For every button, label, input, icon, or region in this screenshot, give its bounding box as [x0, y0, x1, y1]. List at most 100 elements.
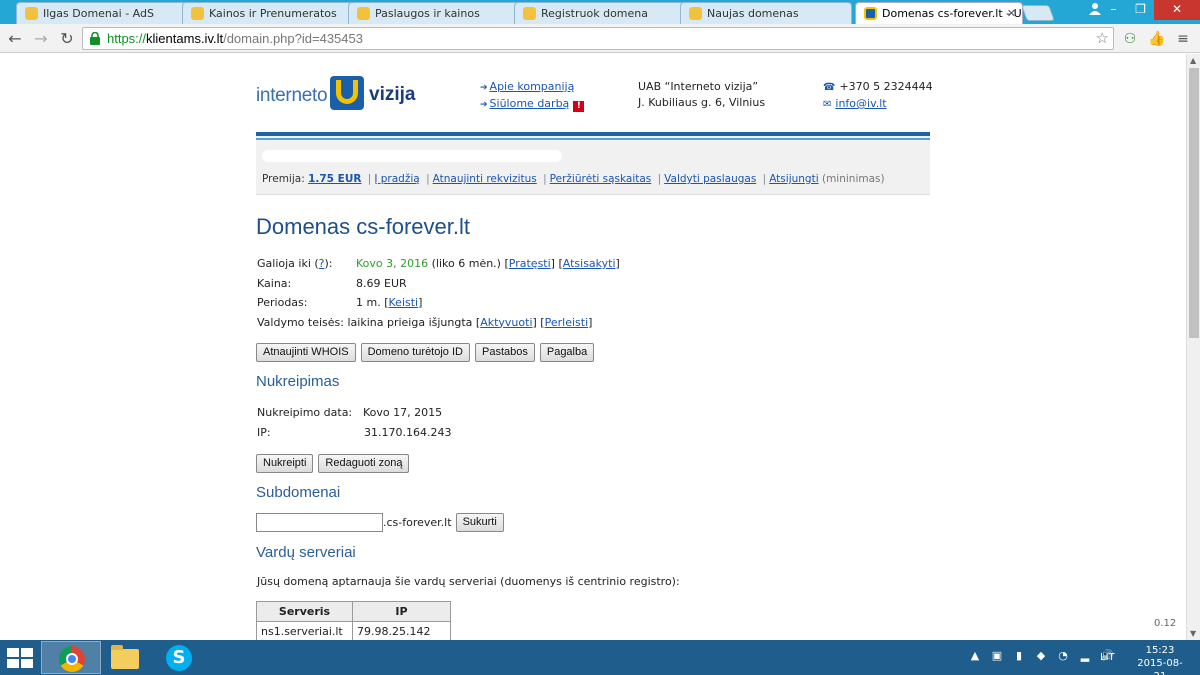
- subdomain-form: .cs-forever.lt Sukurti: [256, 513, 504, 532]
- browser-tab[interactable]: Kainos ir Prenumeratos: [182, 2, 354, 24]
- phone-icon: ☎: [823, 82, 836, 93]
- browser-tab[interactable]: Paslaugos ir kainos: [348, 2, 520, 24]
- change-period-link[interactable]: Keisti: [389, 296, 419, 309]
- browser-tab[interactable]: Naujas domenas: [680, 2, 852, 24]
- link-update-details[interactable]: Atnaujinti rekvizitus: [433, 173, 537, 185]
- premium-value-link[interactable]: 1.75 EUR: [308, 173, 361, 185]
- create-subdomain-button[interactable]: Sukurti: [455, 513, 504, 532]
- input-language[interactable]: LIT: [1100, 652, 1115, 663]
- extend-link[interactable]: Pratęsti: [509, 257, 551, 270]
- redirect-button[interactable]: Nukreipti: [256, 454, 314, 473]
- browser-tab-strip: Ilgas Domenai - AdS Kainos ir Prenumerat…: [0, 0, 1200, 24]
- link-careers[interactable]: Siūlome darbą: [490, 97, 570, 110]
- arrow-right-icon: ➔: [480, 83, 488, 93]
- nameservers-table: Serveris IP ns1.serveriai.lt 79.98.25.14…: [256, 601, 451, 640]
- link-home[interactable]: Į pradžią: [374, 173, 419, 185]
- company-address: J. Kubiliaus g. 6, Vilnius: [638, 96, 766, 109]
- tab-title: Domenas cs-forever.lt - U: [882, 7, 1022, 20]
- thumbs-up-extension-icon[interactable]: 👍: [1148, 30, 1166, 48]
- email-icon: ✉: [823, 99, 832, 110]
- tab-title: Paslaugos ir kainos: [375, 7, 480, 20]
- taskbar-chrome[interactable]: [41, 641, 101, 674]
- section-title-nameservers: Vardų serveriai: [256, 544, 356, 561]
- scroll-up-icon[interactable]: ▲: [1190, 56, 1196, 65]
- logo-text-vizija: vizija: [369, 84, 416, 105]
- browser-tab[interactable]: Ilgas Domenai - AdS: [16, 2, 188, 24]
- forward-arrow-icon[interactable]: →: [30, 28, 52, 50]
- link-logout[interactable]: Atsijungti: [769, 173, 818, 185]
- link-view-invoices[interactable]: Peržiūrėti sąskaitas: [550, 173, 652, 185]
- browser-tab[interactable]: Registruok domena: [514, 2, 686, 24]
- tray-up-arrow-icon[interactable]: ▲: [968, 649, 982, 663]
- taskbar-skype[interactable]: S: [149, 641, 209, 674]
- link-manage-services[interactable]: Valdyti paslaugas: [664, 173, 756, 185]
- domain-info: Galioja iki (?): Kovo 3, 2016 (liko 6 mė…: [257, 254, 620, 332]
- link-about-company[interactable]: Apie kompaniją: [490, 80, 575, 93]
- logout-note: (mininimas): [821, 173, 885, 185]
- scroll-down-icon[interactable]: ▼: [1190, 629, 1196, 638]
- tray-signal-icon[interactable]: ▂: [1078, 649, 1092, 663]
- tab-favicon-icon: [357, 7, 370, 20]
- tray-window-icon[interactable]: ▣: [990, 649, 1004, 663]
- bookmark-star-icon[interactable]: ☆: [1096, 29, 1109, 47]
- column-header: IP: [352, 601, 451, 622]
- tab-favicon-icon: [864, 7, 877, 20]
- tab-title: Registruok domena: [541, 7, 648, 20]
- page-scrollbar[interactable]: ▲ ▼: [1186, 54, 1200, 640]
- translate-extension-icon[interactable]: ⚇: [1121, 30, 1139, 48]
- tab-title: Kainos ir Prenumeratos: [209, 7, 337, 20]
- back-arrow-icon[interactable]: ←: [4, 28, 26, 50]
- arrow-right-icon: ➔: [480, 100, 488, 110]
- domain-actions: Atnaujinti WHOIS Domeno turėtojo ID Past…: [256, 343, 595, 362]
- logo-text-interneto: interneto: [256, 85, 328, 106]
- contact-info: ☎ +370 5 2324444 ✉ info@iv.lt: [823, 79, 933, 113]
- tray-security-icon[interactable]: ◆: [1034, 649, 1048, 663]
- control-value: laikina prieiga išjungta: [347, 315, 473, 329]
- section-title-subdomains: Subdomenai: [256, 484, 341, 501]
- owner-id-button[interactable]: Domeno turėtojo ID: [360, 343, 470, 362]
- valid-date: Kovo 3, 2016: [356, 257, 429, 270]
- activate-link[interactable]: Aktyvuoti: [480, 316, 532, 329]
- address-bar[interactable]: https://klientams.iv.lt/domain.php?id=43…: [82, 27, 1114, 50]
- help-button[interactable]: Pagalba: [539, 343, 595, 362]
- taskbar-file-explorer[interactable]: [95, 641, 155, 674]
- menu-hamburger-icon[interactable]: ≡: [1174, 30, 1192, 48]
- system-clock[interactable]: 15:23 2015-08-21: [1132, 644, 1188, 675]
- reload-icon[interactable]: ↻: [56, 28, 78, 50]
- header-stripe-thin: [256, 138, 930, 140]
- skype-icon: S: [166, 645, 192, 671]
- nameservers-description: Jūsų domeną aptarnauja šie vardų serveri…: [257, 575, 680, 588]
- clock-time: 15:23: [1145, 645, 1175, 656]
- browser-toolbar: ← → ↻ https://klientams.iv.lt/domain.php…: [0, 24, 1200, 53]
- windows-start-icon[interactable]: [7, 648, 33, 668]
- valid-remaining: (liko 6 mėn.): [431, 257, 501, 270]
- tab-favicon-icon: [689, 7, 702, 20]
- scrollbar-thumb[interactable]: [1189, 68, 1199, 338]
- update-whois-button[interactable]: Atnaujinti WHOIS: [256, 343, 356, 362]
- new-tab-button[interactable]: [1021, 5, 1055, 21]
- maximize-icon[interactable]: ❐: [1127, 0, 1154, 20]
- window-close-icon[interactable]: ✕: [1154, 0, 1200, 20]
- version-label: 0.12: [1154, 618, 1177, 629]
- company-info: UAB “Interneto vizija” J. Kubiliaus g. 6…: [638, 79, 765, 111]
- tab-close-icon[interactable]: ✕: [1007, 7, 1016, 20]
- tray-network-icon[interactable]: ◔: [1056, 649, 1070, 663]
- info-row-period: Periodas: 1 m. [Keisti]: [257, 296, 423, 309]
- tray-battery-icon[interactable]: ▮: [1012, 649, 1026, 663]
- table-cell: ns1.serveriai.lt: [256, 621, 353, 640]
- tab-title: Ilgas Domenai - AdS: [43, 7, 154, 20]
- subdomain-input[interactable]: [256, 513, 383, 532]
- email-link[interactable]: info@iv.lt: [835, 97, 886, 110]
- redirect-ip: 31.170.164.243: [364, 425, 452, 439]
- header-stripe: [256, 132, 930, 136]
- transfer-link[interactable]: Perleisti: [545, 316, 589, 329]
- section-title-redirect: Nukreipimas: [256, 373, 340, 390]
- minimize-icon[interactable]: –: [1100, 0, 1127, 20]
- info-row-price: Kaina: 8.69 EUR: [257, 274, 592, 294]
- browser-tab-active[interactable]: Domenas cs-forever.lt - U ✕: [855, 2, 1023, 24]
- edit-zone-button[interactable]: Redaguoti zoną: [318, 454, 410, 473]
- notes-button[interactable]: Pastabos: [474, 343, 535, 362]
- window-controls: – ❐ ✕: [1100, 0, 1200, 20]
- cancel-link[interactable]: Atsisakyti: [563, 257, 616, 270]
- tab-favicon-icon: [191, 7, 204, 20]
